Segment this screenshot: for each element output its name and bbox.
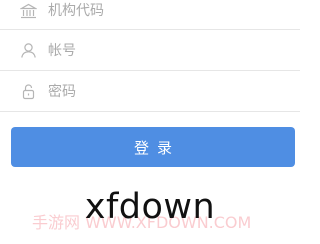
watermark-logo-text: xfdown: [84, 187, 216, 227]
org-code-input[interactable]: [48, 0, 288, 29]
lock-icon: [19, 83, 37, 101]
login-screen: 登录 手游网 WWW.XFDOWN.COM xfdown: [0, 0, 300, 244]
bank-icon: [19, 2, 37, 20]
password-field: [0, 72, 300, 112]
org-code-field: [0, 0, 300, 30]
account-input[interactable]: [48, 31, 288, 70]
password-input[interactable]: [48, 72, 288, 111]
user-icon: [19, 42, 37, 60]
login-button[interactable]: 登录: [11, 127, 295, 167]
account-field: [0, 31, 300, 71]
